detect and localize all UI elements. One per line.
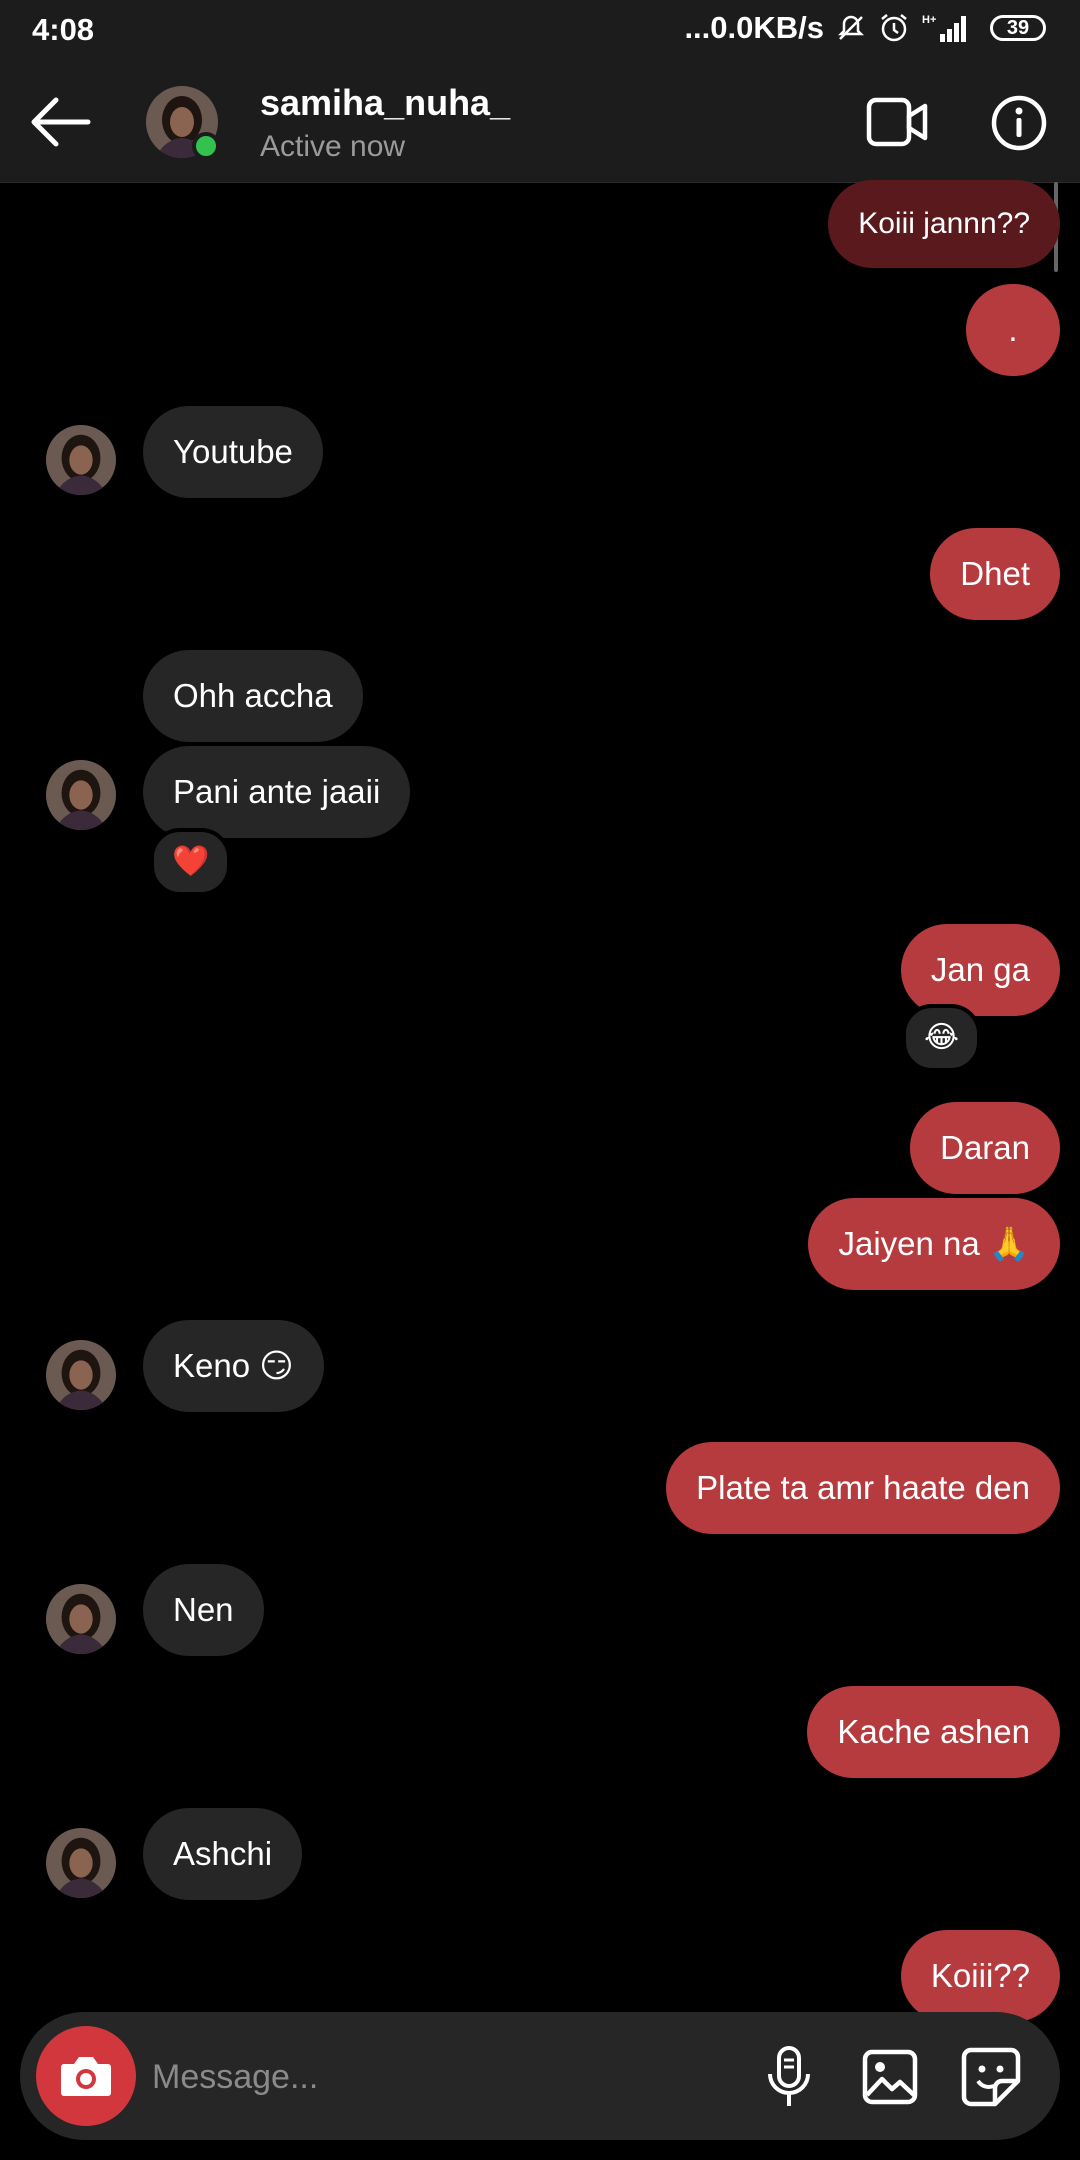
signal-icon: H+ <box>922 12 972 44</box>
message-bubble-incoming[interactable]: Keno 😏 <box>143 1320 324 1412</box>
avatar[interactable] <box>46 1584 116 1654</box>
message-reaction[interactable]: ❤️ <box>150 828 232 896</box>
status-time: 4:08 <box>32 12 95 47</box>
chat-username[interactable]: samiha_nuha_ <box>260 82 510 124</box>
message-bubble-incoming[interactable]: Pani ante jaaii <box>143 746 411 838</box>
bell-muted-icon <box>836 13 866 43</box>
message-bubble-outgoing[interactable]: . <box>966 284 1060 376</box>
back-button[interactable] <box>28 92 92 152</box>
avatar[interactable] <box>46 760 116 830</box>
message-bubble-outgoing[interactable]: Plate ta amr haate den <box>666 1442 1060 1534</box>
status-bar: 4:08 ...0.0KB/s H+ 39 <box>0 0 1080 62</box>
svg-text:H+: H+ <box>922 14 936 26</box>
camera-icon <box>61 2057 111 2096</box>
message-bubble-incoming[interactable]: Nen <box>143 1564 264 1656</box>
image-icon <box>862 2049 918 2105</box>
info-icon <box>991 95 1047 151</box>
camera-button[interactable] <box>36 2026 136 2126</box>
message-composer <box>20 2012 1060 2140</box>
active-status: Active now <box>260 130 406 163</box>
microphone-icon <box>768 2046 810 2106</box>
message-bubble-outgoing[interactable]: Jan ga <box>900 924 1060 1016</box>
message-list[interactable]: Koiii jannn?? . Youtube Dhet Ohh accha P… <box>0 180 1080 2022</box>
online-status-dot <box>192 132 220 160</box>
alarm-icon <box>878 12 910 44</box>
message-bubble-outgoing[interactable]: Dhet <box>930 528 1060 620</box>
arrow-left-icon <box>31 97 91 147</box>
message-reaction[interactable]: 😂 <box>902 1004 982 1072</box>
message-bubble-outgoing[interactable]: Jaiyen na 🙏 <box>808 1198 1060 1290</box>
message-bubble-incoming[interactable]: Youtube <box>143 406 323 498</box>
info-button[interactable] <box>990 94 1048 152</box>
message-bubble-outgoing[interactable]: Koiii?? <box>900 1930 1060 2022</box>
avatar[interactable] <box>46 1828 116 1898</box>
avatar[interactable] <box>46 1340 116 1410</box>
message-bubble-incoming[interactable]: Ohh accha <box>143 650 363 742</box>
sticker-icon <box>961 2047 1021 2107</box>
message-bubble-outgoing[interactable]: Daran <box>910 1102 1060 1194</box>
battery-indicator: 39 <box>990 15 1046 41</box>
network-speed: ...0.0KB/s <box>684 10 824 45</box>
sticker-button[interactable] <box>956 2042 1026 2112</box>
gallery-button[interactable] <box>855 2042 925 2112</box>
chat-header: samiha_nuha_ Active now <box>0 62 1080 183</box>
video-call-button[interactable] <box>866 96 930 148</box>
microphone-button[interactable] <box>754 2042 824 2112</box>
message-bubble-outgoing[interactable]: Koiii jannn?? <box>828 180 1060 268</box>
message-bubble-incoming[interactable]: Ashchi <box>143 1808 303 1900</box>
message-bubble-outgoing[interactable]: Kache ashen <box>807 1686 1060 1778</box>
avatar[interactable] <box>46 425 116 495</box>
video-camera-icon <box>866 97 928 147</box>
message-input[interactable] <box>150 2036 714 2118</box>
